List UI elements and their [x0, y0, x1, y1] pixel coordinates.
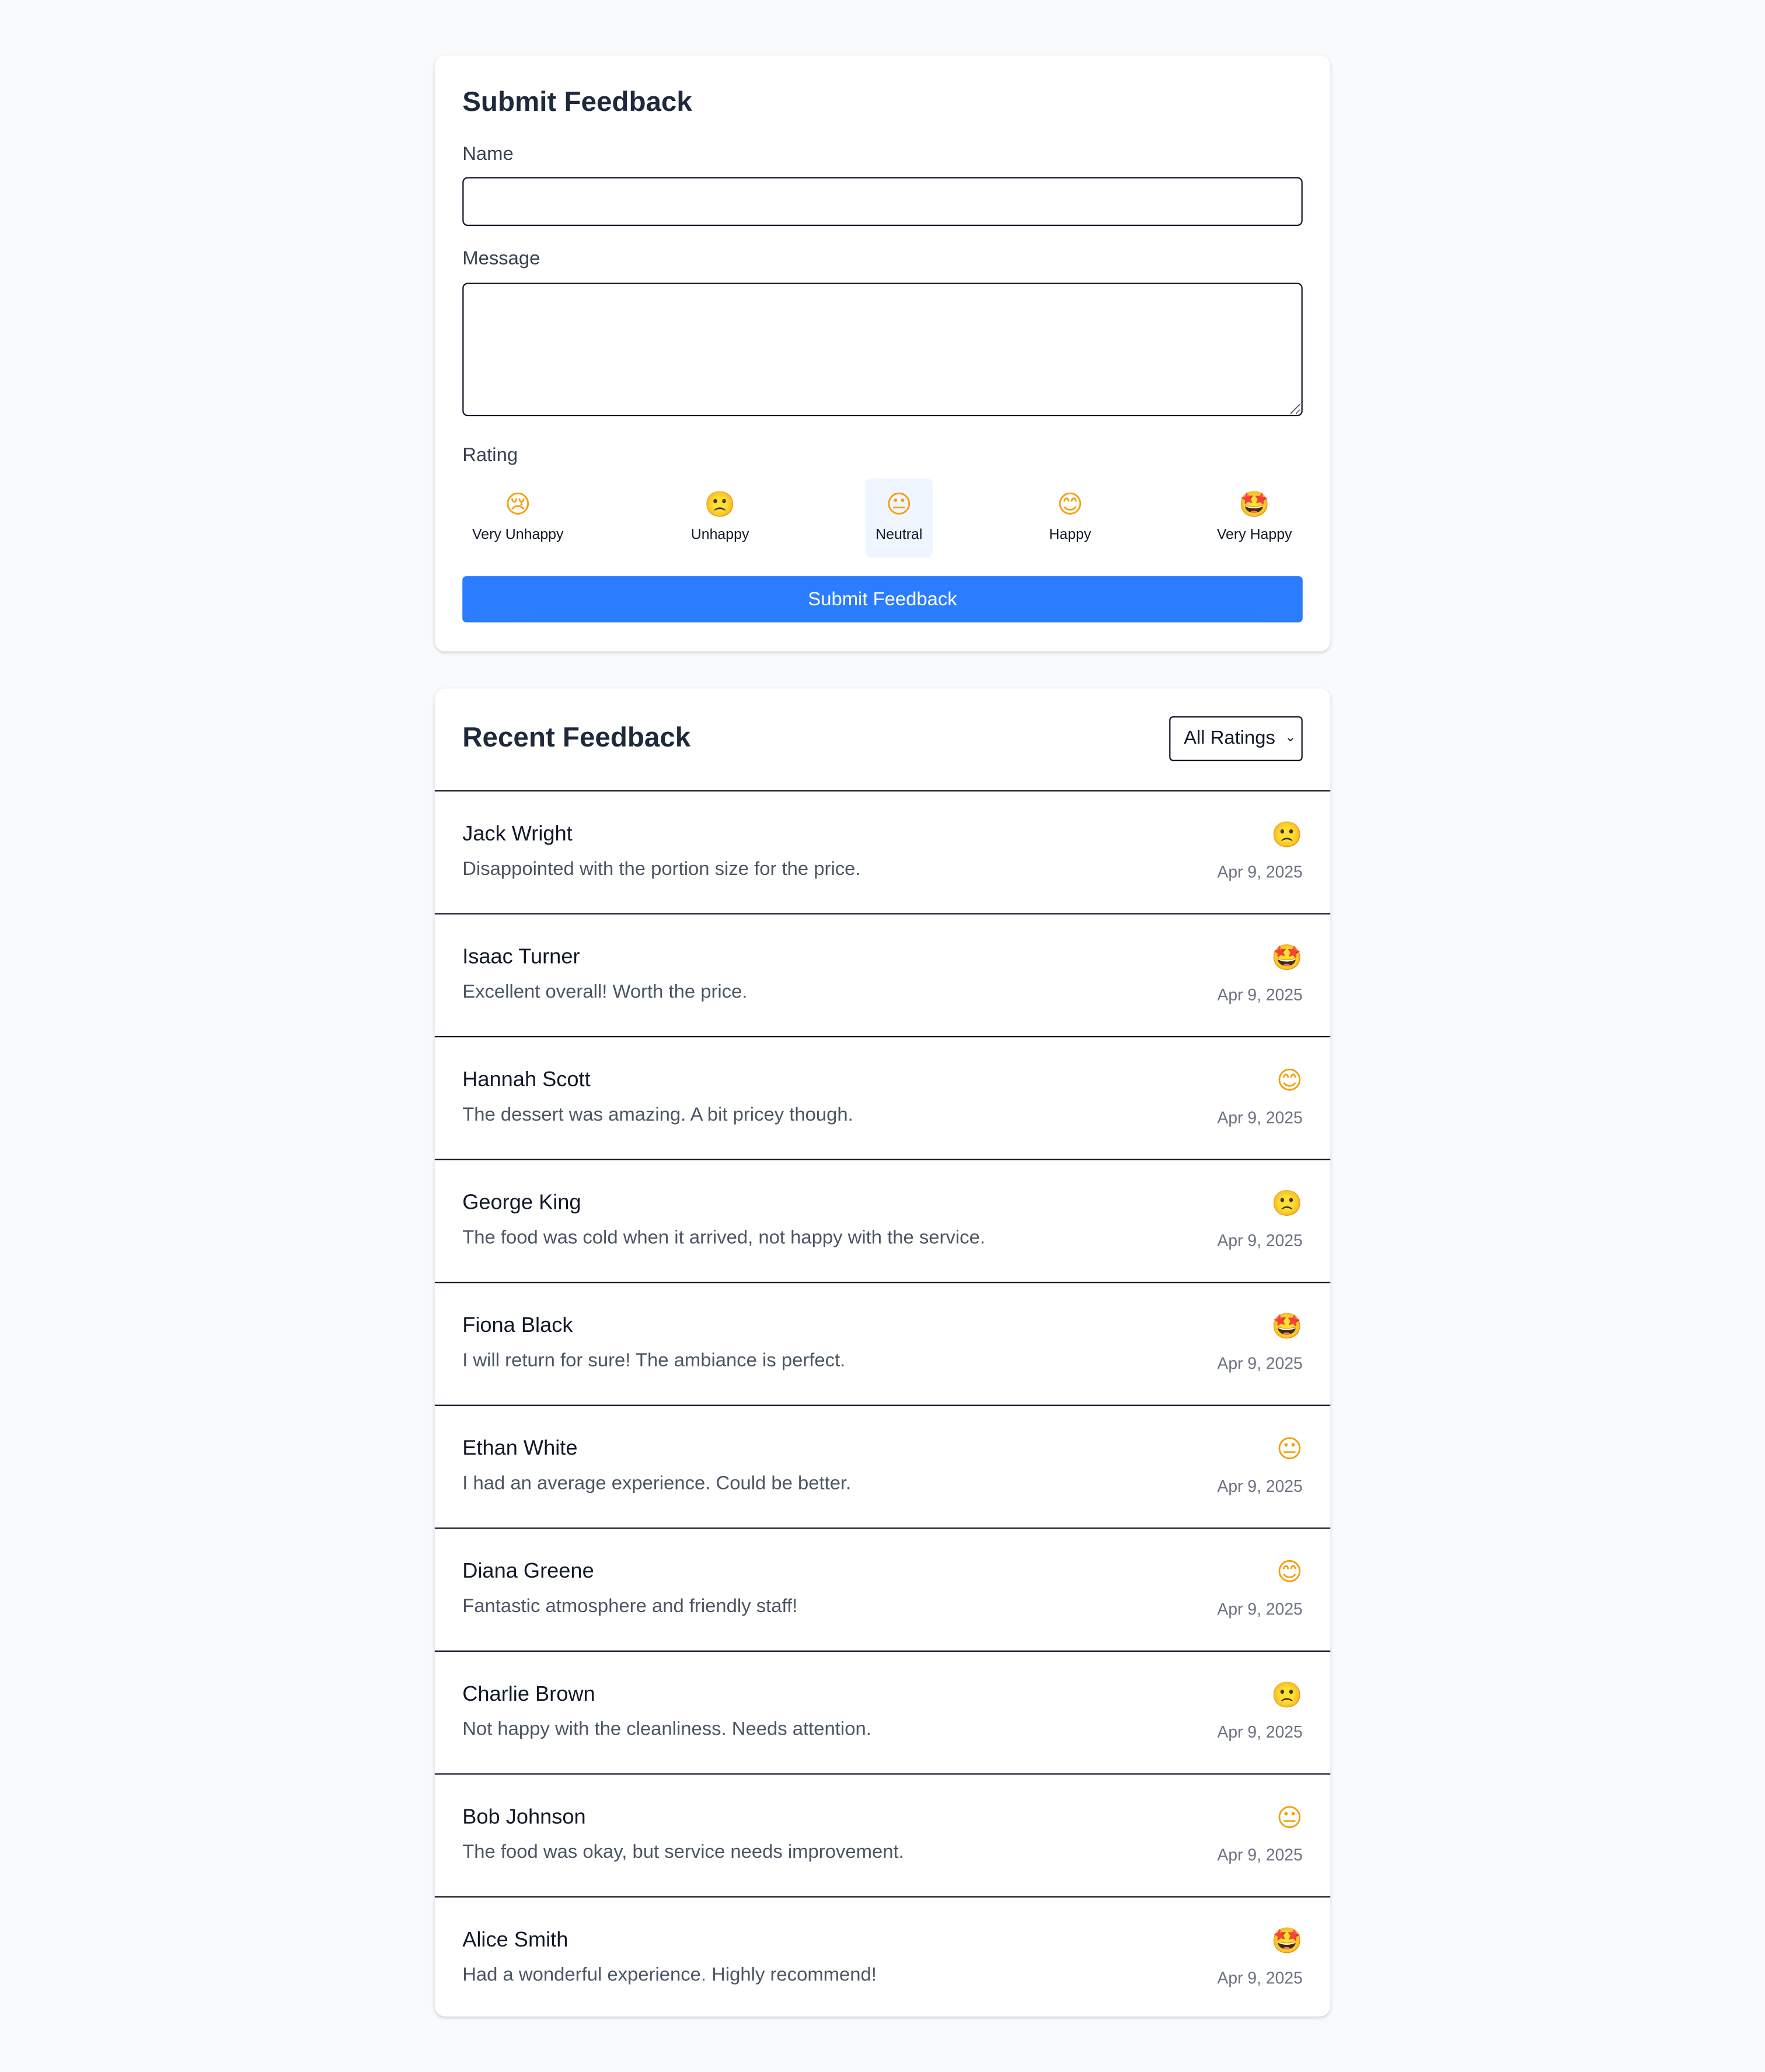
feedback-message: Fantastic atmosphere and friendly staff!	[462, 1596, 798, 1618]
star-struck-face-icon: 🤩	[1271, 944, 1303, 973]
feedback-item: Charlie Brown Not happy with the cleanli…	[434, 1652, 1331, 1775]
feedback-date: Apr 9, 2025	[1217, 985, 1303, 1004]
feedback-author: Hannah Scott	[462, 1069, 591, 1092]
slightly-frowning-face-icon: 🙁	[1271, 1682, 1303, 1710]
rating-option-very-happy[interactable]: 🤩 Very Happy	[1206, 479, 1303, 558]
slightly-frowning-face-icon: 🙁	[704, 491, 736, 519]
smiling-face-icon: 😊	[1276, 1068, 1303, 1096]
star-struck-face-icon: 🤩	[1239, 491, 1270, 519]
feedback-form-card: Submit Feedback Name Message Rating 😢 Ve…	[434, 55, 1331, 652]
star-struck-face-icon: 🤩	[1271, 1313, 1303, 1341]
feedback-item: Alice Smith Had a wonderful experience. …	[435, 1897, 1331, 2017]
recent-feedback-card: Recent Feedback All Ratings ⌄ Jack Wrigh…	[434, 688, 1331, 2017]
feedback-author: Ethan White	[462, 1438, 578, 1460]
recent-feedback-title: Recent Feedback	[462, 723, 691, 754]
feedback-item: Diana Greene Fantastic atmosphere and fr…	[434, 1529, 1331, 1652]
feedback-author: Charlie Brown	[462, 1683, 595, 1706]
feedback-date: Apr 9, 2025	[1217, 863, 1303, 882]
name-label: Name	[462, 144, 514, 165]
neutral-face-icon: 😐	[1276, 1436, 1303, 1464]
feedback-message: Had a wonderful experience. Highly recom…	[462, 1965, 877, 1986]
smiling-face-icon: 😊	[1276, 1559, 1303, 1588]
feedback-message: Disappointed with the portion size for t…	[462, 859, 861, 880]
feedback-message: The dessert was amazing. A bit pricey th…	[462, 1104, 853, 1126]
feedback-author: Diana Greene	[462, 1560, 594, 1583]
feedback-date: Apr 9, 2025	[1217, 1354, 1303, 1373]
feedback-date: Apr 9, 2025	[1217, 1477, 1303, 1496]
message-textarea[interactable]	[462, 282, 1303, 417]
rating-filter-select[interactable]: All Ratings ⌄	[1169, 716, 1303, 762]
recent-feedback-header: Recent Feedback All Ratings ⌄	[434, 689, 1331, 792]
feedback-date: Apr 9, 2025	[1217, 1108, 1303, 1128]
rating-option-neutral[interactable]: 😐 Neutral	[865, 478, 933, 558]
feedback-date: Apr 9, 2025	[1217, 1600, 1303, 1619]
feedback-date: Apr 9, 2025	[1217, 1969, 1303, 1988]
feedback-author: Fiona Black	[462, 1314, 573, 1338]
feedback-message: I had an average experience. Could be be…	[462, 1473, 852, 1495]
feedback-item: Isaac Turner Excellent overall! Worth th…	[434, 915, 1331, 1038]
feedback-message: Not happy with the cleanliness. Needs at…	[462, 1719, 871, 1740]
rating-option-label: Unhappy	[690, 527, 749, 543]
message-label: Message	[462, 248, 540, 270]
page: Submit Feedback Name Message Rating 😢 Ve…	[0, 0, 1765, 2072]
star-struck-face-icon: 🤩	[1271, 1928, 1303, 1956]
feedback-author: Jack Wright	[462, 823, 573, 846]
feedback-author: Bob Johnson	[462, 1806, 586, 1829]
feedback-message: I will return for sure! The ambiance is …	[462, 1350, 846, 1372]
feedback-message: Excellent overall! Worth the price.	[462, 982, 748, 1003]
feedback-item: Jack Wright Disappointed with the portio…	[434, 791, 1331, 915]
rating-option-happy[interactable]: 😊 Happy	[1037, 479, 1103, 558]
rating-option-unhappy[interactable]: 🙁 Unhappy	[681, 479, 760, 558]
feedback-author: Alice Smith	[462, 1929, 568, 1952]
feedback-author: Isaac Turner	[462, 946, 580, 969]
feedback-message: The food was cold when it arrived, not h…	[462, 1227, 985, 1249]
name-input[interactable]	[462, 177, 1303, 226]
smiling-face-icon: 😊	[1057, 491, 1083, 519]
feedback-date: Apr 9, 2025	[1217, 1846, 1303, 1865]
feedback-list: Jack Wright Disappointed with the portio…	[434, 791, 1331, 2017]
feedback-item: Bob Johnson The food was okay, but servi…	[434, 1775, 1331, 1898]
feedback-item: Fiona Black I will return for sure! The …	[434, 1283, 1331, 1406]
rating-option-label: Neutral	[875, 527, 923, 543]
rating-selector: 😢 Very Unhappy 🙁 Unhappy 😐 Neutral 😊 Hap…	[462, 478, 1303, 558]
feedback-item: Hannah Scott The dessert was amazing. A …	[434, 1037, 1331, 1160]
crying-face-icon: 😢	[504, 491, 531, 519]
feedback-date: Apr 9, 2025	[1217, 1232, 1303, 1250]
rating-option-label: Happy	[1049, 527, 1091, 543]
neutral-face-icon: 😐	[885, 491, 912, 519]
neutral-face-icon: 😐	[1276, 1805, 1303, 1833]
slightly-frowning-face-icon: 🙁	[1271, 1190, 1303, 1219]
feedback-author: George King	[462, 1192, 581, 1215]
rating-label: Rating	[462, 445, 518, 467]
chevron-down-icon: ⌄	[1285, 730, 1296, 745]
rating-filter-value: All Ratings	[1184, 728, 1275, 749]
feedback-item: Ethan White I had an average experience.…	[434, 1406, 1331, 1529]
form-title: Submit Feedback	[462, 87, 692, 118]
feedback-item: George King The food was cold when it ar…	[434, 1160, 1331, 1283]
rating-option-very-unhappy[interactable]: 😢 Very Unhappy	[462, 479, 573, 558]
rating-option-label: Very Unhappy	[472, 527, 564, 543]
feedback-date: Apr 9, 2025	[1217, 1723, 1303, 1742]
slightly-frowning-face-icon: 🙁	[1271, 822, 1303, 850]
feedback-message: The food was okay, but service needs imp…	[462, 1842, 904, 1864]
rating-option-label: Very Happy	[1216, 527, 1292, 543]
submit-feedback-button[interactable]: Submit Feedback	[462, 576, 1303, 623]
